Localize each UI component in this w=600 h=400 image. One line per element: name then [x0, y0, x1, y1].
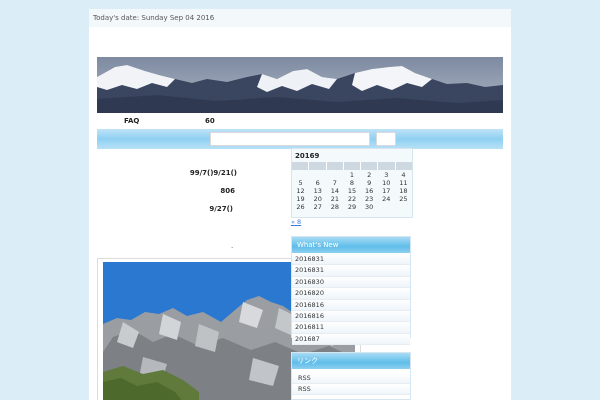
- calendar-day: [378, 203, 395, 211]
- main-text-line-3: 9/27(): [209, 205, 233, 213]
- calendar-day: 21: [330, 195, 339, 203]
- calendar-day: 26: [296, 203, 305, 211]
- calendar-day: [395, 203, 412, 211]
- calendar-day: 20: [313, 195, 322, 203]
- calendar-day: 7: [332, 179, 337, 187]
- main-text-line-4: .: [231, 242, 234, 250]
- calendar-day: 12: [296, 187, 305, 195]
- calendar-day: 19: [296, 195, 305, 203]
- whats-new-title: What's New: [292, 237, 410, 253]
- calendar-day: 13: [313, 187, 322, 195]
- nav-item-60[interactable]: 60: [205, 117, 215, 125]
- search-input[interactable]: [210, 132, 370, 146]
- weekday-header: [327, 162, 344, 170]
- calendar-day: 3: [384, 171, 389, 179]
- search-band: [97, 129, 503, 149]
- nav-item-faq[interactable]: FAQ: [124, 117, 139, 125]
- calendar-day: [326, 171, 343, 179]
- news-item[interactable]: 2016816: [292, 299, 410, 311]
- calendar-day: 25: [399, 195, 408, 203]
- main-text-line-2: 806: [220, 187, 235, 195]
- calendar-day: 9: [367, 179, 372, 187]
- calendar-day: 16: [364, 187, 374, 195]
- calendar-grid: 1 2 3 4 5 6 7 8 9 10 11 12 13 14 15 16 1…: [292, 171, 412, 211]
- news-item[interactable]: 2016811: [292, 322, 410, 334]
- calendar-prev-month-link[interactable]: « 8: [291, 218, 301, 226]
- links-title: リンク: [292, 353, 410, 369]
- calendar-day: 11: [399, 179, 408, 187]
- news-item[interactable]: 201687: [292, 333, 410, 346]
- calendar-title: 20169: [295, 152, 320, 160]
- main-text-line-1: 99/7()9/21(): [189, 169, 237, 177]
- calendar-day: 28: [330, 203, 339, 211]
- calendar-day: 1: [349, 171, 355, 179]
- weekday-header: [396, 162, 412, 170]
- calendar-day: 6: [315, 179, 320, 187]
- search-button[interactable]: [376, 132, 396, 146]
- calendar-day: [292, 171, 309, 179]
- calendar-day: 5: [298, 179, 303, 187]
- news-item[interactable]: 2016820: [292, 288, 410, 300]
- calendar-day: [309, 171, 326, 179]
- calendar-day: 27: [313, 203, 322, 211]
- calendar-day: 29: [347, 203, 357, 211]
- news-item[interactable]: 2016816: [292, 310, 410, 323]
- calendar-day: 30: [364, 203, 374, 211]
- header-banner-image: [97, 57, 503, 113]
- calendar-day: 4: [401, 171, 406, 179]
- news-item[interactable]: 2016831: [292, 265, 410, 277]
- date-text: Today's date: Sunday Sep 04 2016: [93, 14, 215, 22]
- news-item[interactable]: 2016831: [292, 254, 410, 266]
- links-box: リンク RSS RSS: [291, 352, 411, 400]
- weekday-header: [292, 162, 310, 170]
- whats-new-box: What's New 2016831 2016831 2016830 20168…: [291, 236, 411, 346]
- weekday-header: [378, 162, 396, 170]
- calendar-weekday-header: [292, 162, 412, 170]
- weekday-header: [361, 162, 379, 170]
- calendar-day: 23: [364, 195, 374, 203]
- calendar-day: 15: [347, 187, 357, 195]
- calendar-widget: 20169 1 2 3 4 5 6 7 8 9 10 11 12 13 14 1…: [291, 148, 413, 218]
- whats-new-list: 2016831 2016831 2016830 2016820 2016816 …: [292, 254, 410, 346]
- rss-link[interactable]: RSS: [292, 373, 410, 384]
- weekday-header: [309, 162, 327, 170]
- links-list: RSS RSS: [292, 373, 410, 395]
- date-bar: Today's date: Sunday Sep 04 2016: [89, 9, 511, 27]
- rss-link[interactable]: RSS: [292, 384, 410, 395]
- calendar-day: 24: [382, 195, 391, 203]
- calendar-day: 18: [399, 187, 408, 195]
- calendar-day: 22: [347, 195, 357, 203]
- news-item[interactable]: 2016830: [292, 276, 410, 289]
- weekday-header: [344, 162, 362, 170]
- calendar-day: 2: [367, 171, 372, 179]
- calendar-day: 14: [330, 187, 339, 195]
- calendar-day: 10: [382, 179, 391, 187]
- calendar-day: 17: [382, 187, 391, 195]
- calendar-day: 8: [349, 179, 355, 187]
